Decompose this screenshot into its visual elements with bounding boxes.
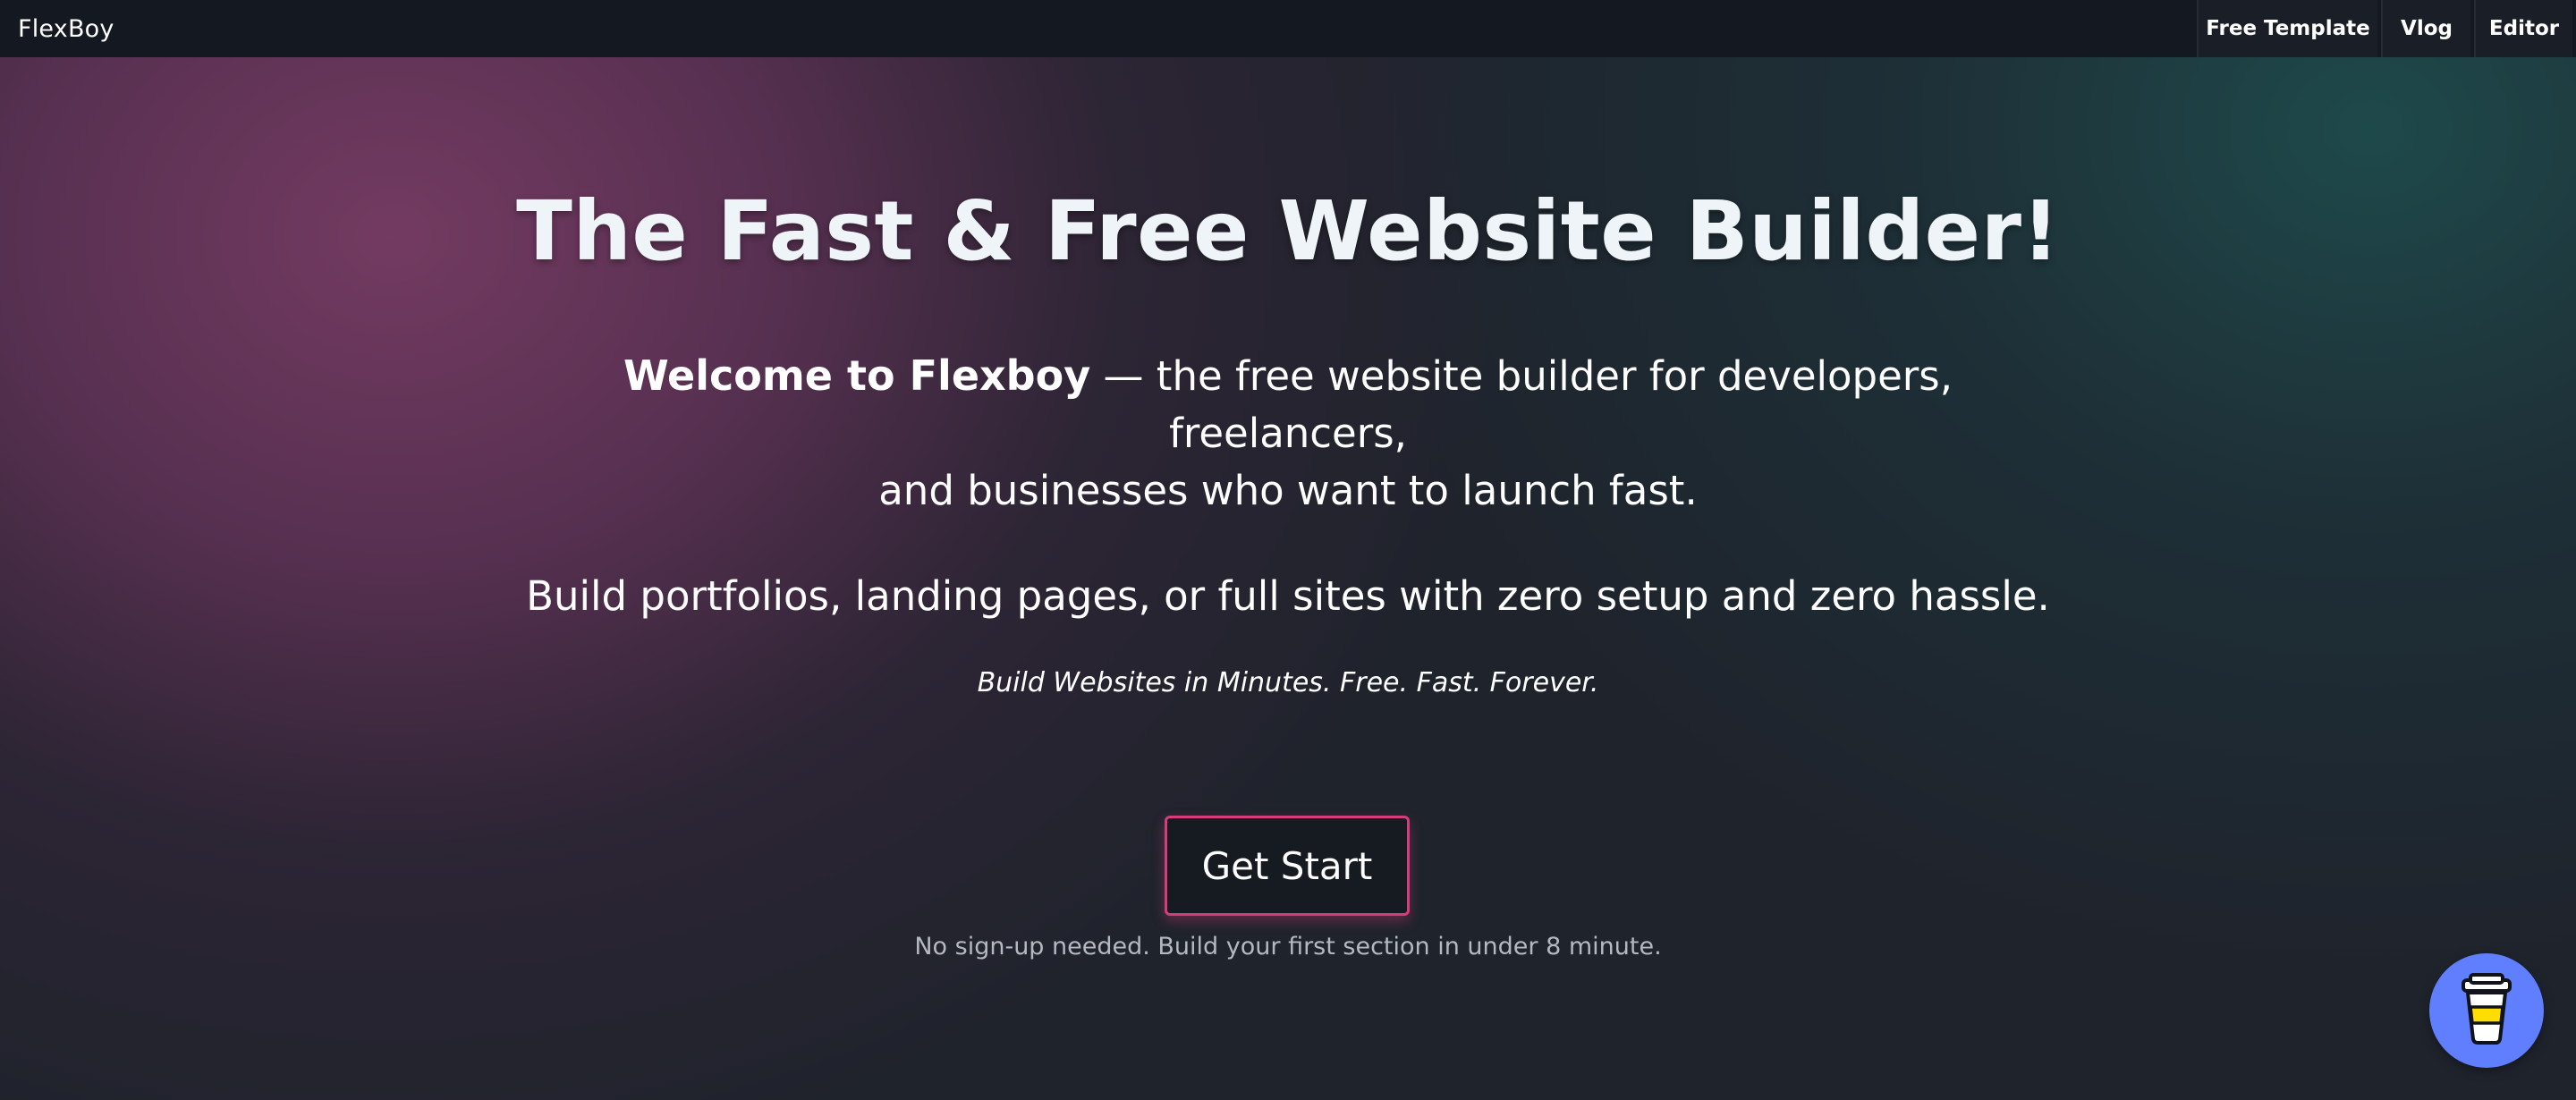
page-title: The Fast & Free Website Builder! <box>516 183 2060 279</box>
hero-tagline: Build Websites in Minutes. Free. Fast. F… <box>977 667 1599 698</box>
get-start-button[interactable]: Get Start <box>1165 816 1410 916</box>
lead-bold: Welcome to Flexboy <box>623 351 1091 400</box>
coffee-cup-icon <box>2460 973 2513 1048</box>
signup-note: No sign-up needed. Build your first sect… <box>914 933 1662 960</box>
hero-subtitle: Build portfolios, landing pages, or full… <box>526 572 2050 620</box>
buy-me-a-coffee-button[interactable] <box>2429 953 2544 1068</box>
hero-lead: Welcome to Flexboy — the free website bu… <box>501 347 2075 520</box>
nav-editor[interactable]: Editor <box>2474 0 2572 57</box>
top-bar: FlexBoy Free Template Vlog Editor <box>0 0 2576 57</box>
nav-free-template[interactable]: Free Template <box>2197 0 2377 57</box>
lead-text-line2: and businesses who want to launch fast. <box>878 467 1698 514</box>
brand-logo[interactable]: FlexBoy <box>0 15 114 43</box>
main-nav: Free Template Vlog Editor <box>2193 0 2576 57</box>
lead-text-line1: — the free website builder for developer… <box>1090 352 1953 457</box>
nav-vlog[interactable]: Vlog <box>2381 0 2470 57</box>
